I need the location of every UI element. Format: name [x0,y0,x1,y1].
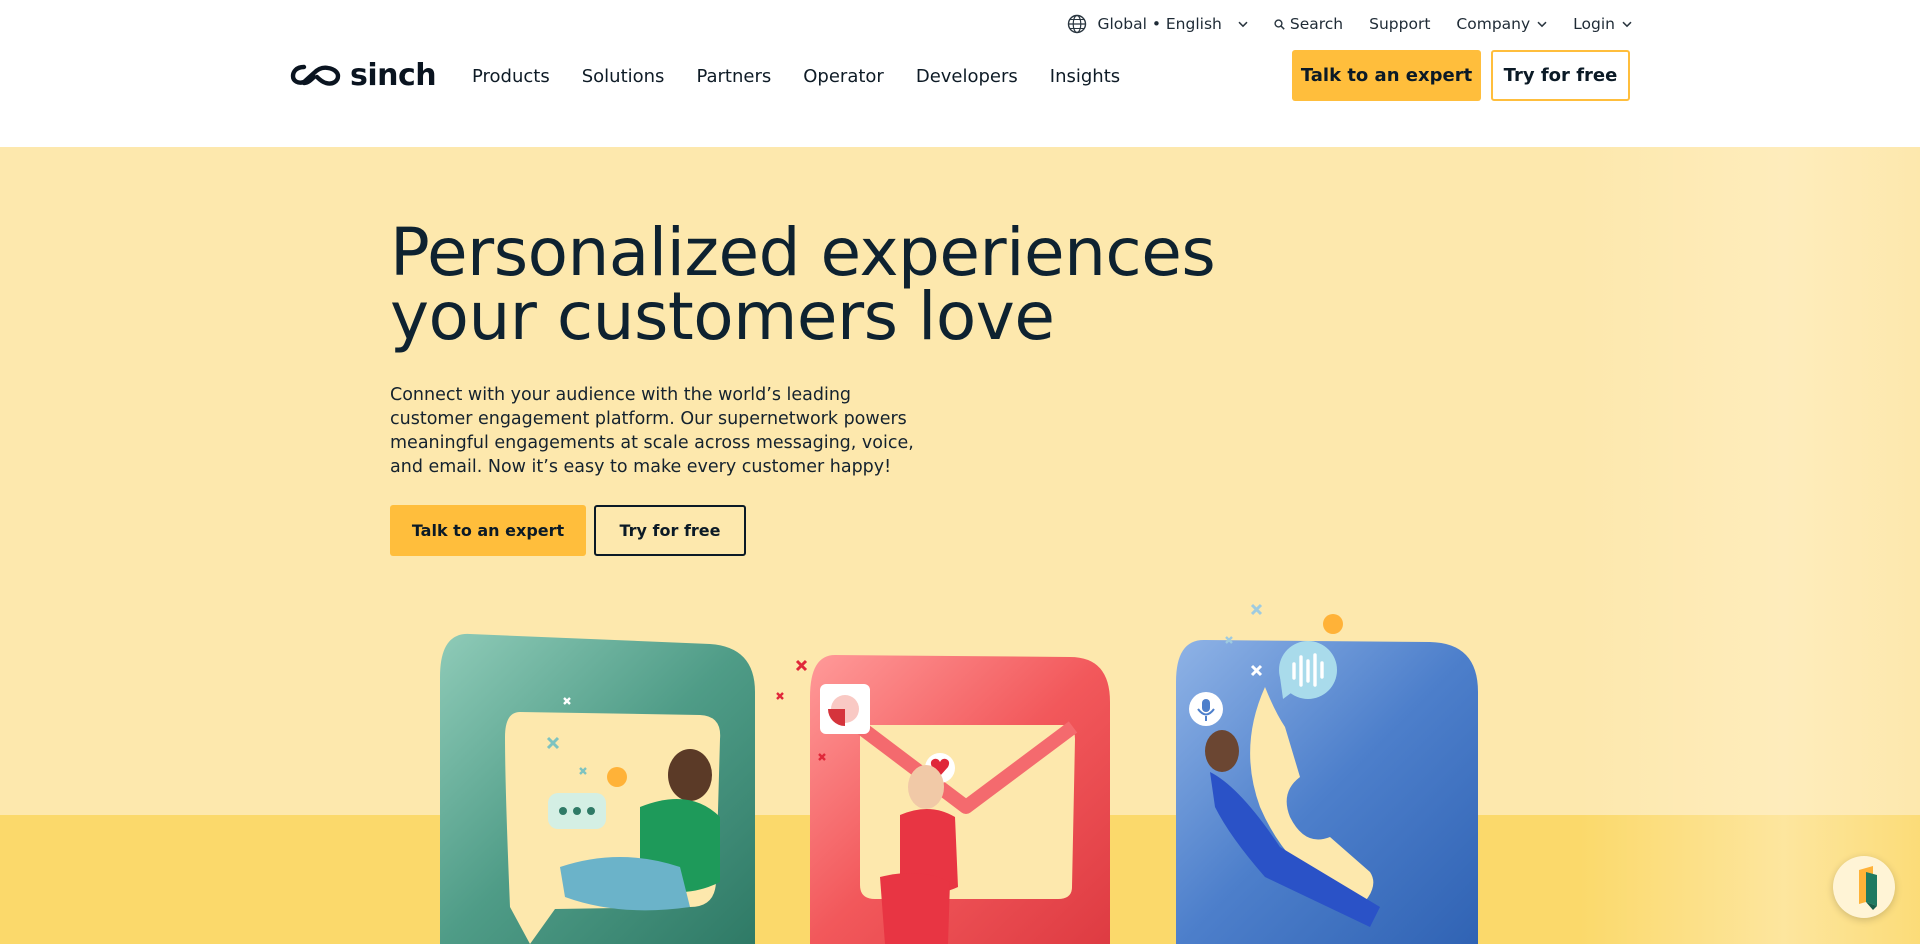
company-label: Company [1456,15,1531,33]
nav-item-insights[interactable]: Insights [1050,66,1120,87]
login-label: Login [1573,15,1615,33]
nav-item-partners[interactable]: Partners [696,66,771,87]
brand-wordmark: sinch [350,57,437,93]
chat-widget-button[interactable] [1833,856,1895,918]
hero-illustration [440,603,1478,944]
chevron-down-icon [1238,21,1248,27]
sinch-logo[interactable]: sinch [290,57,437,93]
support-label: Support [1369,15,1431,33]
header-try-free-button[interactable]: Try for free [1491,50,1630,101]
nav-item-operator[interactable]: Operator [803,66,884,87]
site-header: Global • English Search Support Company … [0,0,1920,147]
search-label: Search [1289,15,1344,33]
globe-icon [1068,14,1087,34]
chat-widget-icon [1859,866,1877,910]
hero-section: Personalized experiences your customers … [0,147,1920,944]
nav-item-solutions[interactable]: Solutions [582,66,665,87]
header-talk-to-expert-button[interactable]: Talk to an expert [1292,50,1481,101]
support-link[interactable]: Support [1369,15,1430,33]
messaging-card [440,633,755,944]
main-nav: Products Solutions Partners Operator Dev… [472,66,1152,87]
company-menu[interactable]: Company [1456,15,1547,33]
language-label: Global • English [1097,15,1222,33]
email-card [776,655,1110,944]
utility-nav: Global • English Search Support Company … [1067,13,1632,35]
language-selector[interactable]: Global • English [1067,14,1248,34]
login-menu[interactable]: Login [1573,15,1632,33]
nav-item-products[interactable]: Products [472,66,550,87]
voice-card [1176,603,1478,944]
sinch-logo-icon [290,64,341,86]
search-link[interactable]: Search [1274,15,1343,33]
chevron-down-icon [1537,21,1547,27]
search-icon [1274,18,1285,30]
chevron-down-icon [1622,21,1632,27]
nav-item-developers[interactable]: Developers [916,66,1018,87]
